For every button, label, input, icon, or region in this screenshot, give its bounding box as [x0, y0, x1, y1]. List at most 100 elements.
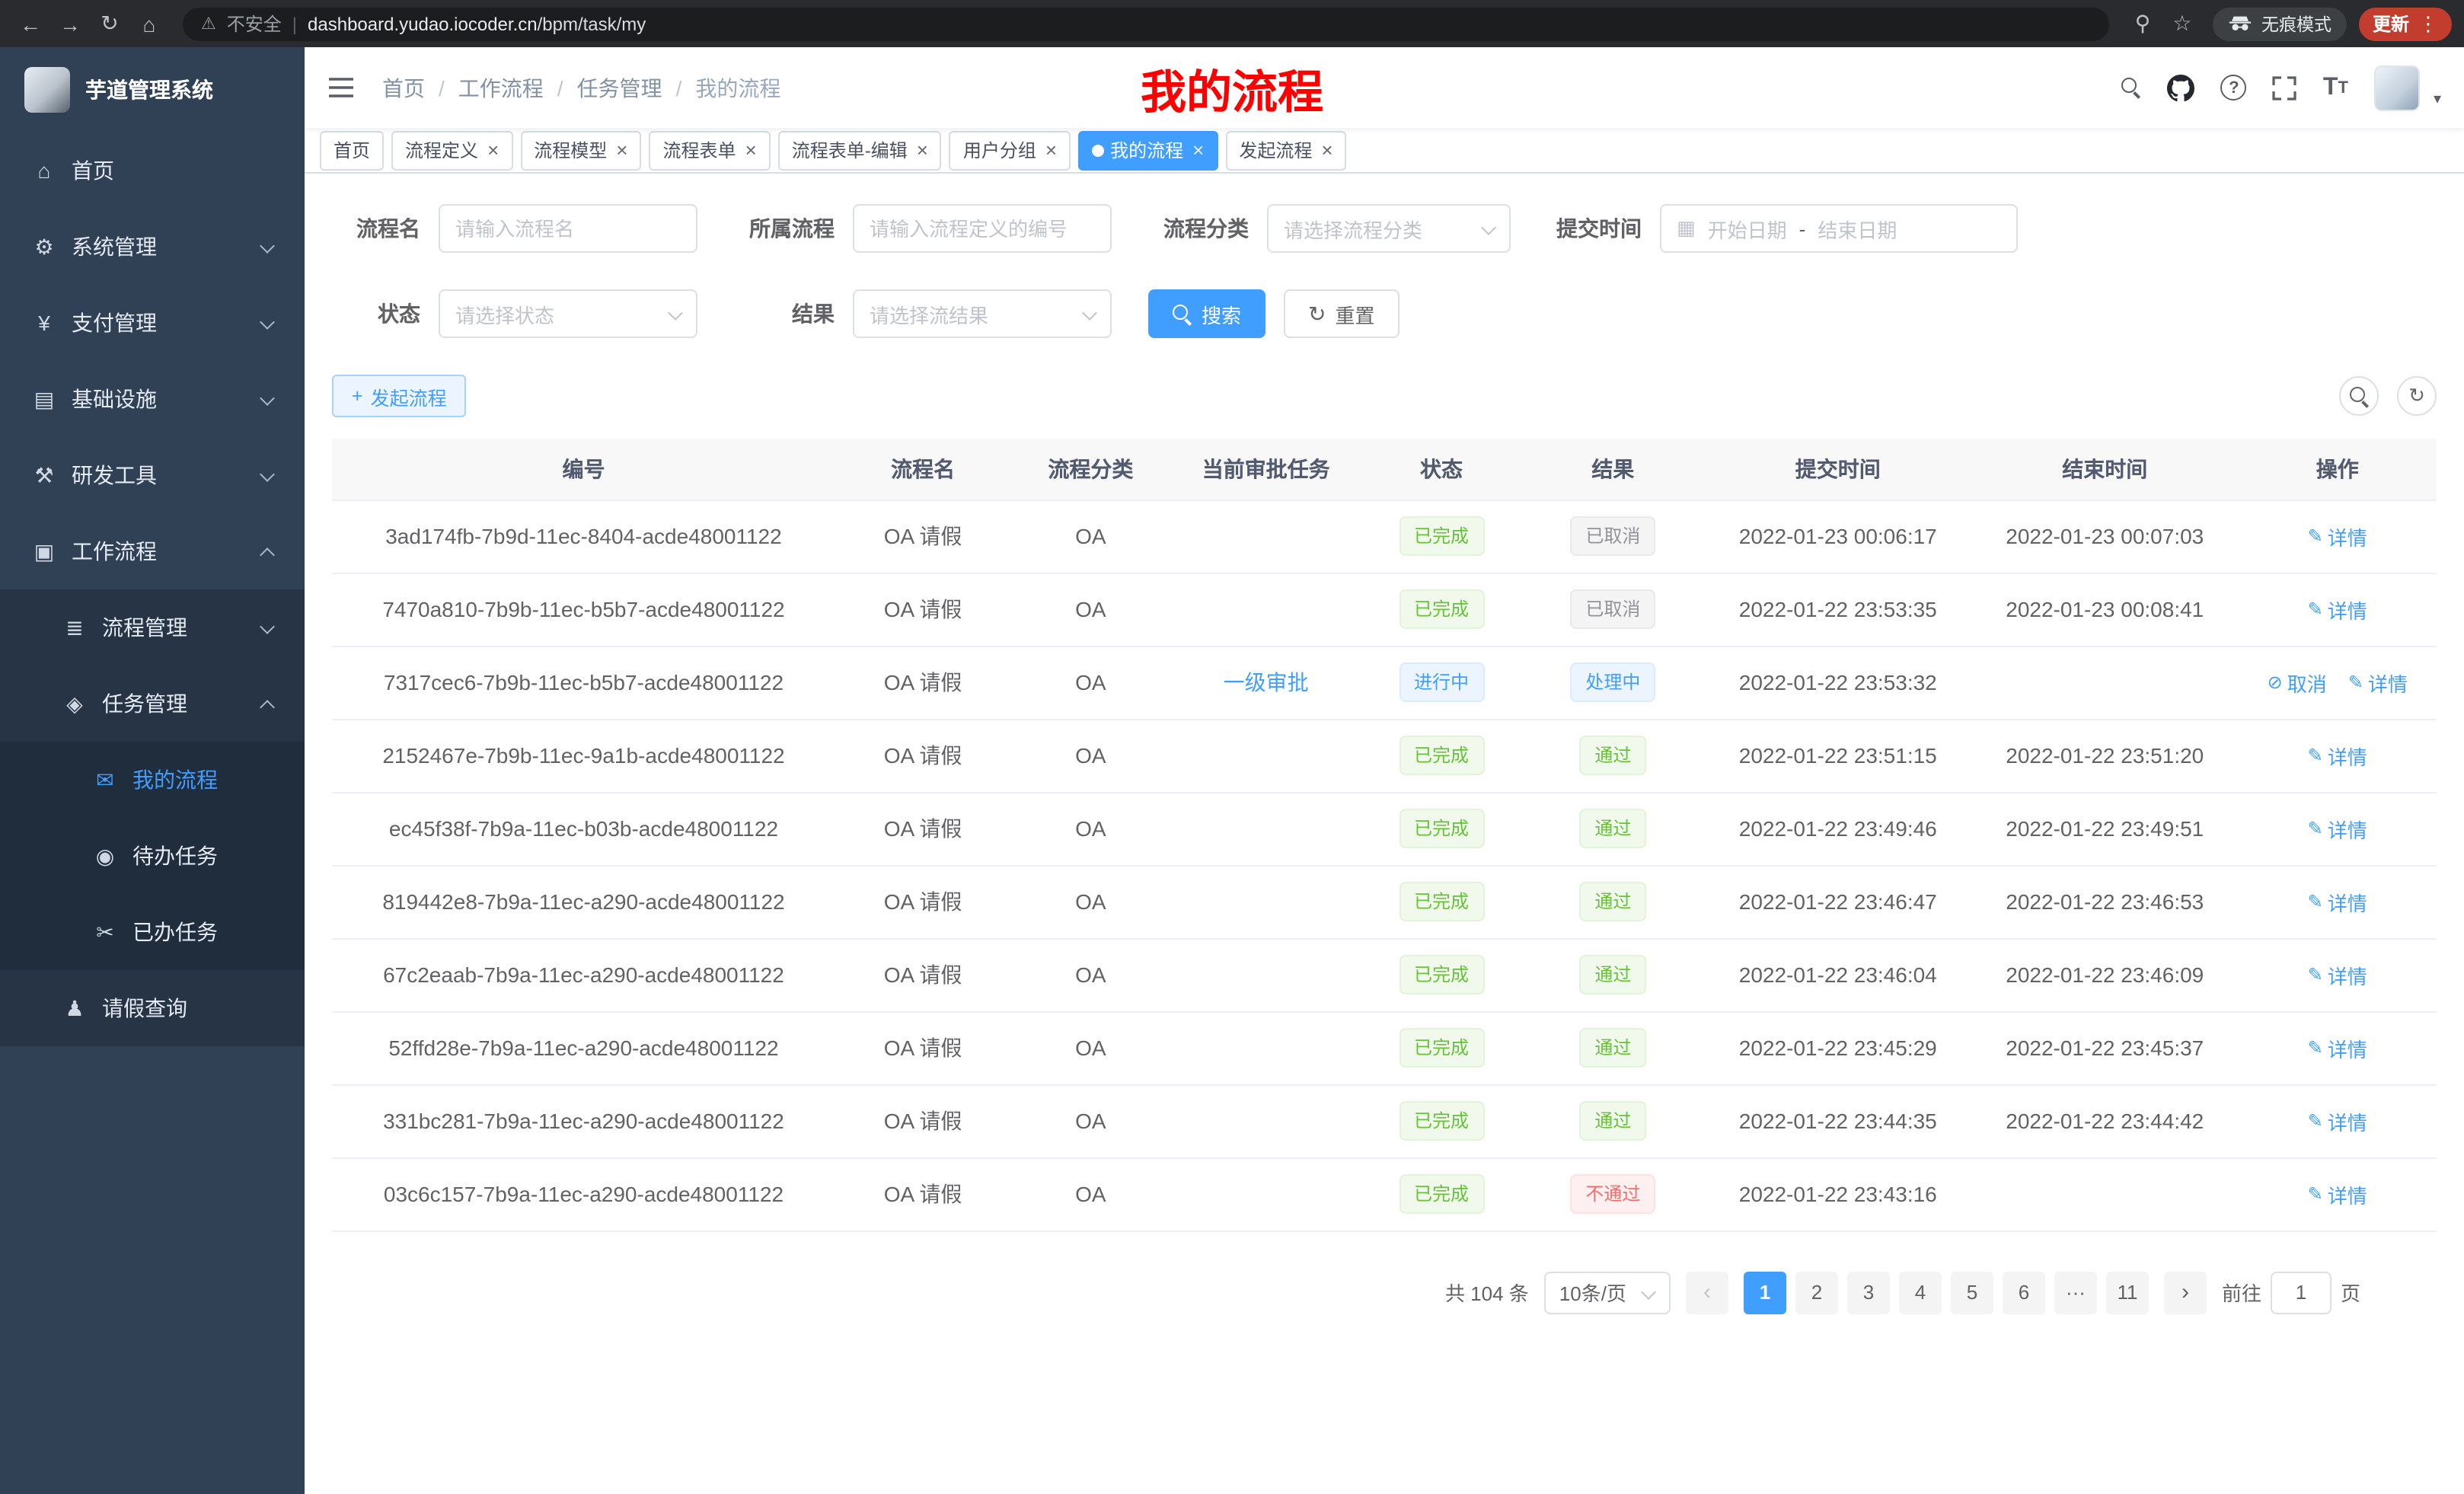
cell-category: OA — [1010, 1084, 1170, 1157]
tab-close-icon[interactable]: × — [616, 140, 627, 160]
tab-close-icon[interactable]: × — [1192, 140, 1204, 160]
page-button-2[interactable]: 2 — [1795, 1271, 1838, 1314]
tab-process-model[interactable]: 流程模型× — [520, 130, 641, 170]
prev-page-button[interactable]: ‹ — [1686, 1271, 1728, 1314]
category-select[interactable]: 请选择流程分类 — [1267, 204, 1511, 253]
tab-my-process[interactable]: 我的流程 × — [1078, 130, 1218, 170]
chevron-down-icon — [260, 240, 274, 254]
tab-process-form-edit[interactable]: 流程表单-编辑× — [778, 130, 942, 170]
cell-result: 已取消 — [1521, 500, 1704, 573]
sidebar-item-task-mgmt[interactable]: ◈任务管理 — [0, 666, 305, 742]
create-process-button[interactable]: + 发起流程 — [332, 375, 467, 417]
github-icon[interactable] — [2168, 74, 2195, 101]
reset-button[interactable]: ↻ 重置 — [1284, 289, 1400, 338]
detail-action[interactable]: ✎详情 — [2308, 887, 2367, 916]
browser-menu-icon[interactable]: ⋮ — [2418, 11, 2438, 36]
tab-process-form[interactable]: 流程表单× — [649, 130, 770, 170]
key-icon[interactable]: ⚲ — [2124, 5, 2161, 42]
sidebar-item-devtool[interactable]: ⚒研发工具 — [0, 437, 305, 513]
bookmark-star-icon[interactable]: ☆ — [2164, 5, 2201, 42]
detail-action[interactable]: ✎详情 — [2308, 960, 2367, 989]
process-definition-input[interactable] — [853, 204, 1112, 253]
page-button-1[interactable]: 1 — [1744, 1271, 1786, 1314]
next-page-button[interactable]: › — [2164, 1271, 2207, 1314]
tab-label: 我的流程 — [1110, 137, 1183, 163]
breadcrumb-item[interactable]: 首页 — [382, 72, 425, 103]
filter-result: 结果 请选择流结果 — [734, 289, 1112, 338]
detail-action[interactable]: ✎详情 — [2348, 668, 2408, 697]
search-button[interactable]: 搜索 — [1148, 289, 1266, 338]
detail-action[interactable]: ✎详情 — [2308, 595, 2367, 624]
page-button-3[interactable]: 3 — [1847, 1271, 1890, 1314]
sidebar-item-todo-task[interactable]: ◉待办任务 — [0, 818, 305, 894]
sidebar-item-system[interactable]: ⚙系统管理 — [0, 209, 305, 285]
tab-close-icon[interactable]: × — [487, 140, 499, 160]
date-range-picker[interactable]: ▦ 开始日期 - 结束日期 — [1660, 204, 2018, 253]
search-icon[interactable] — [2122, 78, 2142, 97]
detail-action[interactable]: ✎详情 — [2308, 1180, 2367, 1208]
sidebar-item-home[interactable]: ⌂首页 — [0, 132, 305, 209]
tab-start-process[interactable]: 发起流程× — [1225, 130, 1346, 170]
cell-end-time: 2022-01-22 23:46:09 — [1971, 938, 2239, 1011]
result-badge: 通过 — [1579, 1028, 1646, 1068]
breadcrumb-item[interactable]: 任务管理 — [577, 72, 662, 103]
hamburger-icon[interactable] — [327, 72, 358, 103]
browser-home-icon[interactable]: ⌂ — [131, 5, 168, 42]
goto-page-input[interactable] — [2271, 1271, 2332, 1314]
page-button-11[interactable]: 11 — [2106, 1271, 2149, 1314]
font-size-icon[interactable]: TT — [2323, 74, 2348, 101]
result-select[interactable]: 请选择流结果 — [853, 289, 1112, 338]
address-bar[interactable]: ⚠ 不安全 | dashboard.yudao.iocoder.cn/bpm/t… — [183, 7, 2109, 40]
todo-task-icon: ◉ — [91, 843, 119, 869]
sidebar-item-infra[interactable]: ▤基础设施 — [0, 361, 305, 437]
detail-action[interactable]: ✎详情 — [2308, 1033, 2367, 1062]
chevron-down-icon — [260, 316, 274, 330]
detail-action[interactable]: ✎详情 — [2308, 814, 2367, 843]
detail-action[interactable]: ✎详情 — [2308, 1106, 2367, 1135]
sidebar-item-workflow[interactable]: ▣工作流程 — [0, 513, 305, 589]
sidebar-item-process-mgmt[interactable]: ≣流程管理 — [0, 589, 305, 666]
task-link[interactable]: 一级审批 — [1224, 670, 1309, 694]
avatar-caret-icon[interactable]: ▾ — [2434, 91, 2441, 110]
cancel-action[interactable]: ⊘取消 — [2268, 668, 2327, 697]
back-icon[interactable]: ← — [12, 5, 49, 42]
tab-close-icon[interactable]: × — [917, 140, 928, 160]
tab-user-group[interactable]: 用户分组× — [950, 130, 1071, 170]
tab-process-definition[interactable]: 流程定义× — [391, 130, 512, 170]
cell-actions: ⊘取消 ✎详情 — [2239, 646, 2437, 719]
reload-icon[interactable]: ↻ — [91, 5, 128, 42]
page-button-4[interactable]: 4 — [1899, 1271, 1942, 1314]
tab-close-icon[interactable]: × — [1321, 140, 1333, 160]
chevron-down-icon — [1482, 222, 1494, 235]
table-search-icon[interactable] — [2339, 376, 2379, 416]
process-name-input[interactable] — [439, 204, 697, 253]
fullscreen-icon[interactable] — [2273, 75, 2297, 100]
breadcrumb-item[interactable]: 工作流程 — [458, 72, 544, 103]
page-size-select[interactable]: 10条/页 — [1544, 1271, 1671, 1314]
sidebar-item-payment[interactable]: ¥支付管理 — [0, 285, 305, 361]
help-icon[interactable]: ? — [2221, 75, 2247, 101]
logo-image — [24, 67, 70, 113]
sidebar-item-done-task[interactable]: ✂已办任务 — [0, 894, 305, 970]
cell-end-time: 2022-01-22 23:45:37 — [1971, 1011, 2239, 1084]
tab-close-icon[interactable]: × — [745, 140, 757, 160]
page-button-5[interactable]: 5 — [1951, 1271, 1993, 1314]
avatar[interactable] — [2374, 65, 2420, 110]
pagination-goto: 前往 页 — [2222, 1271, 2360, 1314]
table-refresh-icon[interactable]: ↻ — [2397, 376, 2437, 416]
forward-icon[interactable]: → — [52, 5, 88, 42]
page-button-6[interactable]: 6 — [2003, 1271, 2045, 1314]
tab-home[interactable]: 首页 — [320, 130, 384, 170]
pager-ellipsis[interactable]: ··· — [2054, 1271, 2097, 1314]
tab-close-icon[interactable]: × — [1045, 140, 1057, 160]
detail-action[interactable]: ✎详情 — [2308, 741, 2367, 770]
search-button-icon — [1173, 304, 1192, 324]
status-select[interactable]: 请选择状态 — [439, 289, 697, 338]
sidebar-item-leave-query[interactable]: ♟请假查询 — [0, 970, 305, 1046]
detail-action[interactable]: ✎详情 — [2308, 522, 2367, 551]
category-placeholder: 请选择流程分类 — [1284, 214, 1422, 243]
cell-id: 2152467e-7b9b-11ec-9a1b-acde48001122 — [332, 719, 835, 792]
sidebar-item-my-process[interactable]: ✉我的流程 — [0, 742, 305, 818]
update-button[interactable]: 更新 ⋮ — [2359, 7, 2452, 40]
cell-task — [1171, 719, 1361, 792]
